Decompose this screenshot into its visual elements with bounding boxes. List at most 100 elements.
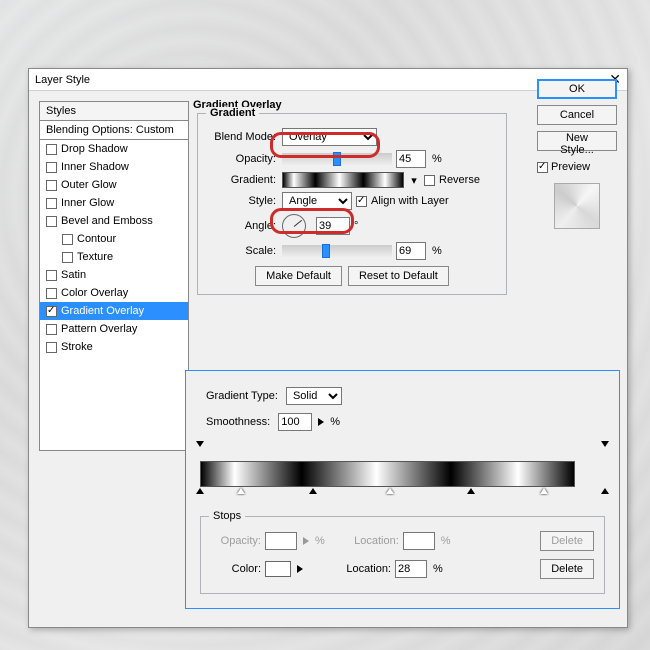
color-stop[interactable]	[601, 488, 609, 498]
angle-unit: °	[354, 220, 358, 232]
sidebar-header[interactable]: Styles	[40, 102, 188, 121]
sidebar-item-inner-shadow[interactable]: Inner Shadow	[40, 158, 188, 176]
opacity-label: Opacity:	[206, 153, 276, 165]
opacity-input[interactable]	[396, 150, 426, 168]
opacity-unit: %	[432, 153, 442, 165]
sidebar-item-drop-shadow[interactable]: Drop Shadow	[40, 140, 188, 158]
stop-location-top-unit: %	[441, 535, 451, 547]
sidebar-item-label: Inner Shadow	[61, 161, 129, 173]
sidebar-checkbox[interactable]	[46, 216, 57, 227]
opacity-slider[interactable]	[282, 153, 392, 165]
stop-color-stepper-icon[interactable]	[297, 565, 303, 573]
reverse-checkbox[interactable]	[424, 175, 435, 186]
sidebar-item-color-overlay[interactable]: Color Overlay	[40, 284, 188, 302]
blend-mode-select[interactable]: Overlay	[282, 128, 377, 146]
styles-sidebar: Styles Blending Options: Custom Drop Sha…	[39, 101, 189, 451]
stop-location-input[interactable]	[395, 560, 427, 578]
blending-options[interactable]: Blending Options: Custom	[40, 121, 188, 140]
opacity-stop[interactable]	[601, 441, 609, 451]
sidebar-item-inner-glow[interactable]: Inner Glow	[40, 194, 188, 212]
sidebar-item-label: Outer Glow	[61, 179, 117, 191]
smoothness-label: Smoothness:	[206, 416, 270, 428]
stop-opacity-unit: %	[315, 535, 325, 547]
cancel-button[interactable]: Cancel	[537, 105, 617, 125]
preview-label: Preview	[551, 161, 590, 173]
style-preview-swatch	[554, 183, 600, 229]
sidebar-item-pattern-overlay[interactable]: Pattern Overlay	[40, 320, 188, 338]
gradient-bar[interactable]	[200, 461, 575, 487]
preview-checkbox[interactable]	[537, 162, 548, 173]
gradient-editor: Gradient Type: Solid Smoothness: % Stops…	[185, 370, 620, 609]
sidebar-checkbox[interactable]	[46, 324, 57, 335]
sidebar-checkbox[interactable]	[46, 144, 57, 155]
stop-location-top-label: Location:	[343, 535, 399, 547]
color-stop[interactable]	[237, 488, 245, 498]
smoothness-stepper-icon[interactable]	[318, 418, 324, 426]
align-label: Align with Layer	[371, 195, 449, 207]
sidebar-item-outer-glow[interactable]: Outer Glow	[40, 176, 188, 194]
sidebar-checkbox[interactable]	[62, 252, 73, 263]
reset-default-button[interactable]: Reset to Default	[348, 266, 449, 286]
sidebar-item-gradient-overlay[interactable]: Gradient Overlay	[40, 302, 188, 320]
gradient-preview[interactable]	[282, 172, 404, 188]
gradient-dropdown-icon[interactable]: ▾	[408, 174, 420, 187]
scale-input[interactable]	[396, 242, 426, 260]
sidebar-checkbox[interactable]	[46, 180, 57, 191]
style-select[interactable]: Angle	[282, 192, 352, 210]
sidebar-checkbox[interactable]	[62, 234, 73, 245]
style-label: Style:	[206, 195, 276, 207]
angle-input[interactable]	[316, 217, 350, 235]
sidebar-checkbox[interactable]	[46, 342, 57, 353]
sidebar-item-label: Satin	[61, 269, 86, 281]
sidebar-item-label: Texture	[77, 251, 113, 263]
stop-opacity-input	[265, 532, 297, 550]
sidebar-item-contour[interactable]: Contour	[40, 230, 188, 248]
gradient-type-label: Gradient Type:	[206, 390, 278, 402]
sidebar-item-texture[interactable]: Texture	[40, 248, 188, 266]
stop-delete-button[interactable]: Delete	[540, 559, 594, 579]
smoothness-input[interactable]	[278, 413, 312, 431]
opacity-stop[interactable]	[196, 441, 204, 451]
sidebar-item-label: Contour	[77, 233, 116, 245]
stop-opacity-label: Opacity:	[211, 535, 261, 547]
scale-slider[interactable]	[282, 245, 392, 257]
sidebar-checkbox[interactable]	[46, 288, 57, 299]
stop-location-unit: %	[433, 563, 443, 575]
sidebar-checkbox[interactable]	[46, 270, 57, 281]
align-checkbox[interactable]	[356, 196, 367, 207]
sidebar-item-bevel-and-emboss[interactable]: Bevel and Emboss	[40, 212, 188, 230]
color-stop[interactable]	[467, 488, 475, 498]
sidebar-item-label: Inner Glow	[61, 197, 114, 209]
stop-color-swatch[interactable]	[265, 561, 291, 577]
scale-label: Scale:	[206, 245, 276, 257]
reverse-label: Reverse	[439, 174, 480, 186]
stop-delete-top-button: Delete	[540, 531, 594, 551]
sidebar-item-satin[interactable]: Satin	[40, 266, 188, 284]
make-default-button[interactable]: Make Default	[255, 266, 342, 286]
sidebar-item-label: Gradient Overlay	[61, 305, 144, 317]
dialog-buttons: OK Cancel New Style... Preview	[537, 79, 617, 229]
stop-location-top-input	[403, 532, 435, 550]
sidebar-item-label: Bevel and Emboss	[61, 215, 153, 227]
color-stop[interactable]	[309, 488, 317, 498]
new-style-button[interactable]: New Style...	[537, 131, 617, 151]
blend-mode-label: Blend Mode:	[206, 131, 276, 143]
sidebar-item-label: Pattern Overlay	[61, 323, 137, 335]
smoothness-unit: %	[330, 416, 340, 428]
gradient-type-select[interactable]: Solid	[286, 387, 342, 405]
sidebar-checkbox[interactable]	[46, 162, 57, 173]
color-stop[interactable]	[540, 488, 548, 498]
gradient-label: Gradient:	[206, 174, 276, 186]
scale-unit: %	[432, 245, 442, 257]
color-stop[interactable]	[386, 488, 394, 498]
angle-dial[interactable]	[282, 214, 306, 238]
sidebar-item-label: Stroke	[61, 341, 93, 353]
ok-button[interactable]: OK	[537, 79, 617, 99]
sidebar-checkbox[interactable]	[46, 198, 57, 209]
stop-opacity-stepper-icon	[303, 537, 309, 545]
color-stop[interactable]	[196, 488, 204, 498]
sidebar-item-stroke[interactable]: Stroke	[40, 338, 188, 356]
sidebar-item-label: Color Overlay	[61, 287, 128, 299]
sidebar-checkbox[interactable]	[46, 306, 57, 317]
stop-location-label: Location:	[335, 563, 391, 575]
